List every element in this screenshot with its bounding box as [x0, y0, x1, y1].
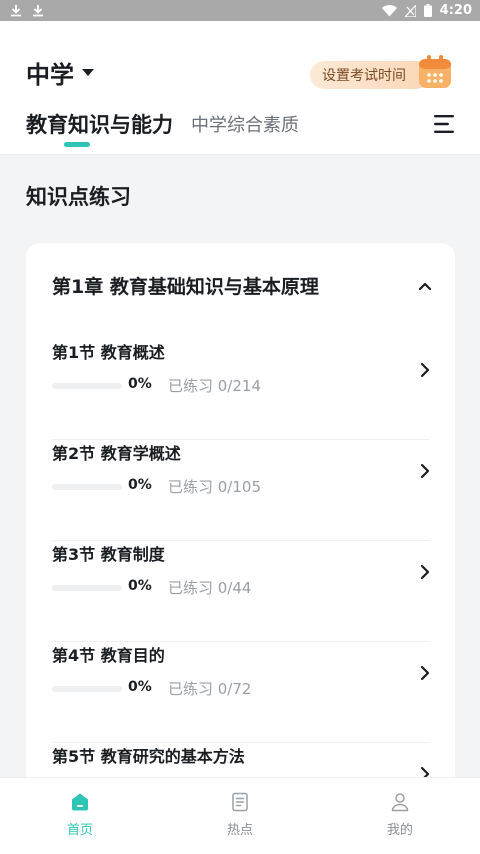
status-bar: 4:20 [0, 0, 480, 21]
exam-time-label: 设置考试时间 [310, 61, 430, 89]
section-row[interactable]: 第2节 教育学概述 0% 已练习 0/105 [52, 440, 430, 541]
set-exam-time-button[interactable]: 设置考试时间 [310, 53, 454, 93]
progress-bar [52, 484, 122, 490]
nav-home[interactable]: 首页 [0, 778, 160, 854]
nav-hot-label: 热点 [226, 823, 253, 838]
progress-bar [52, 383, 122, 389]
home-icon [72, 793, 88, 811]
download-icon [33, 5, 43, 17]
chapter-header[interactable]: 第1章 教育基础知识与基本原理 [52, 272, 432, 299]
chevron-right-icon [420, 564, 430, 580]
progress-percent: 0% [128, 679, 152, 695]
practiced-count: 已练习 0/44 [168, 579, 252, 597]
section-row[interactable]: 第4节 教育目的 0% 已练习 0/72 [52, 642, 430, 743]
header: 中学 设置考试时间 教育知识与能力 中学综合素质 [0, 21, 480, 155]
section-title-text: 第3节 教育制度 [52, 545, 165, 564]
practiced-count: 已练习 0/214 [168, 377, 261, 395]
progress-percent: 0% [128, 376, 152, 392]
chevron-right-icon [420, 463, 430, 479]
nav-hot[interactable]: 热点 [160, 778, 320, 854]
tab-education-knowledge[interactable]: 教育知识与能力 [26, 109, 173, 139]
menu-icon[interactable] [434, 114, 456, 134]
tab-comprehensive-quality[interactable]: 中学综合素质 [191, 111, 299, 139]
nav-mine[interactable]: 我的 [320, 778, 480, 854]
bottom-nav: 首页 热点 我的 [0, 777, 480, 854]
section-title-text: 第4节 教育目的 [52, 646, 165, 665]
subject-tabs: 教育知识与能力 中学综合素质 [26, 109, 299, 139]
level-selector[interactable]: 中学 [26, 55, 94, 90]
document-icon [232, 792, 248, 812]
active-tab-indicator [64, 142, 90, 147]
section-row[interactable]: 第1节 教育概述 0% 已练习 0/214 [52, 339, 430, 440]
caret-down-icon [82, 69, 94, 76]
chevron-right-icon [420, 362, 430, 378]
wifi-icon [381, 4, 397, 16]
section-title-text: 第5节 教育研究的基本方法 [52, 747, 245, 766]
practiced-count: 已练习 0/105 [168, 478, 261, 496]
clock: 4:20 [439, 3, 472, 18]
battery-icon [423, 4, 432, 17]
chevron-right-icon [420, 665, 430, 681]
section-title-text: 第2节 教育学概述 [52, 444, 181, 463]
practiced-count: 已练习 0/72 [168, 680, 252, 698]
nav-home-label: 首页 [66, 823, 93, 838]
progress-percent: 0% [128, 578, 152, 594]
progress-bar [52, 585, 122, 591]
chevron-up-icon [418, 282, 432, 290]
progress-percent: 0% [128, 477, 152, 493]
progress-bar [52, 686, 122, 692]
section-row[interactable]: 第3节 教育制度 0% 已练习 0/44 [52, 541, 430, 642]
level-label: 中学 [26, 61, 74, 89]
section-title: 知识点练习 [26, 185, 131, 209]
download-icon [11, 5, 21, 17]
calendar-icon [419, 55, 451, 88]
chapter-card: 第1章 教育基础知识与基本原理 第1节 教育概述 0% 已练习 0/214 第2… [26, 243, 455, 803]
chapter-title: 第1章 教育基础知识与基本原理 [52, 276, 319, 298]
signal-icon [404, 4, 416, 17]
section-title-text: 第1节 教育概述 [52, 343, 165, 362]
person-icon [391, 793, 409, 812]
nav-mine-label: 我的 [386, 823, 413, 838]
